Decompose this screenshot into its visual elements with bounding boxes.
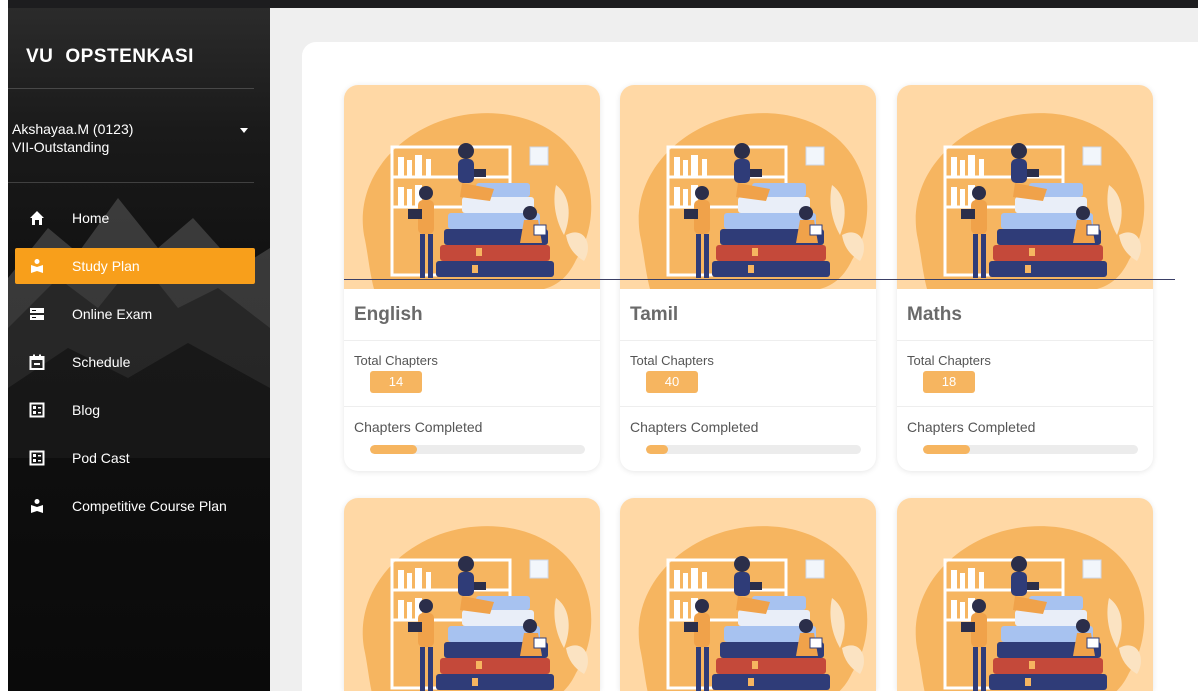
sidebar: VU OPSTENKASI Akshayaa.M (0123) VII-Outst…	[8, 8, 270, 691]
total-chapters-badge: 40	[646, 371, 698, 393]
sidebar-item-label: Blog	[72, 402, 101, 418]
profile-switcher[interactable]: Akshayaa.M (0123) VII-Outstanding	[12, 120, 248, 156]
sidebar-nav: Home Study Plan Online Exam Schedule Blo…	[15, 200, 255, 536]
total-chapters-section: Total Chapters 40	[620, 341, 876, 407]
chapters-completed-label: Chapters Completed	[630, 419, 759, 435]
sidebar-item-label: Schedule	[72, 354, 131, 370]
window-left-edge	[0, 0, 8, 691]
total-chapters-section: Total Chapters 14	[344, 341, 600, 407]
chapters-completed-section: Chapters Completed	[344, 407, 600, 471]
progress-bar	[646, 445, 861, 454]
subject-title: Maths	[897, 289, 1153, 341]
subject-card[interactable]	[344, 498, 600, 691]
progress-fill	[923, 445, 971, 454]
sidebar-item-label: Pod Cast	[72, 450, 130, 466]
chapters-completed-label: Chapters Completed	[907, 419, 1036, 435]
sidebar-item-label: Online Exam	[72, 306, 153, 322]
sidebar-item-label: Competitive Course Plan	[72, 498, 227, 514]
study-illustration	[344, 85, 600, 289]
brand-part1: VU	[26, 46, 54, 67]
progress-bar	[923, 445, 1138, 454]
study-illustration	[897, 498, 1153, 691]
sidebar-item-competitive-course-plan[interactable]: Competitive Course Plan	[15, 488, 255, 524]
chapters-completed-section: Chapters Completed	[620, 407, 876, 471]
course-icon	[26, 495, 48, 517]
total-chapters-badge: 18	[923, 371, 975, 393]
sidebar-item-podcast[interactable]: Pod Cast	[15, 440, 255, 476]
sidebar-item-schedule[interactable]: Schedule	[15, 344, 255, 380]
subject-card[interactable]	[897, 498, 1153, 691]
overlay-line	[344, 279, 1175, 280]
home-icon	[26, 207, 48, 229]
progress-fill	[370, 445, 418, 454]
total-chapters-label: Total Chapters	[907, 353, 991, 368]
chapters-completed-label: Chapters Completed	[354, 419, 483, 435]
sidebar-divider	[8, 88, 254, 89]
sidebar-item-online-exam[interactable]: Online Exam	[15, 296, 255, 332]
sidebar-item-blog[interactable]: Blog	[15, 392, 255, 428]
sidebar-divider	[8, 182, 254, 183]
subject-card-tamil[interactable]: Tamil Total Chapters 40 Chapters Complet…	[620, 85, 876, 471]
total-chapters-label: Total Chapters	[354, 353, 438, 368]
study-illustration	[620, 85, 876, 289]
subject-card-english[interactable]: English Total Chapters 14 Chapters Compl…	[344, 85, 600, 471]
progress-bar	[370, 445, 585, 454]
sidebar-item-label: Home	[72, 210, 110, 226]
total-chapters-badge: 14	[370, 371, 422, 393]
subject-title: Tamil	[620, 289, 876, 341]
window-top-bar	[0, 0, 1198, 8]
total-chapters-section: Total Chapters 18	[897, 341, 1153, 407]
study-plan-icon	[26, 255, 48, 277]
total-chapters-label: Total Chapters	[630, 353, 714, 368]
brand-part2: OPSTENKASI	[65, 46, 194, 67]
podcast-icon	[26, 447, 48, 469]
subject-card[interactable]	[620, 498, 876, 691]
calendar-icon	[26, 351, 48, 373]
profile-class: VII-Outstanding	[12, 139, 110, 155]
profile-name: Akshayaa.M (0123)	[12, 121, 134, 137]
study-illustration	[897, 85, 1153, 289]
study-illustration	[620, 498, 876, 691]
sidebar-item-home[interactable]: Home	[15, 200, 255, 236]
blog-icon	[26, 399, 48, 421]
caret-down-icon[interactable]	[240, 128, 248, 133]
study-illustration	[344, 498, 600, 691]
subject-card-maths[interactable]: Maths Total Chapters 18 Chapters Complet…	[897, 85, 1153, 471]
subject-title: English	[344, 289, 600, 341]
sidebar-item-study-plan[interactable]: Study Plan	[15, 248, 255, 284]
exam-icon	[26, 303, 48, 325]
brand-title: VU OPSTENKASI	[26, 46, 194, 68]
chapters-completed-section: Chapters Completed	[897, 407, 1153, 471]
sidebar-item-label: Study Plan	[72, 258, 140, 274]
progress-fill	[646, 445, 668, 454]
